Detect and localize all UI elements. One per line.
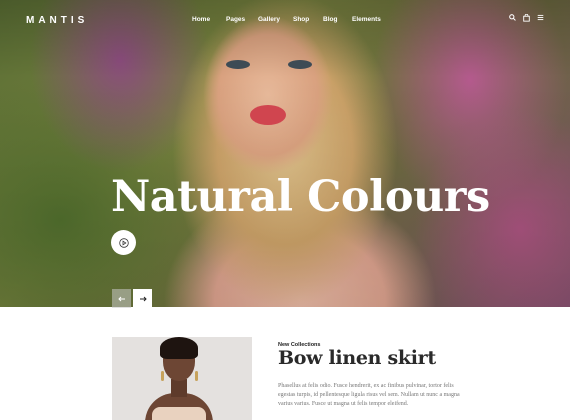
nav-item-shop[interactable]: Shop: [293, 16, 309, 23]
hero-headline: Natural Colours: [111, 172, 490, 222]
arrow-right-icon: [139, 296, 147, 301]
product-image-detail: [152, 407, 206, 420]
menu-icon[interactable]: [536, 14, 544, 24]
top-navigation: MANTIS Home Pages Gallery Shop Blog Elem…: [0, 0, 570, 42]
nav-item-gallery[interactable]: Gallery: [258, 16, 280, 23]
hero-photo-detail: [226, 60, 250, 69]
play-icon: [118, 237, 129, 248]
search-icon[interactable]: [508, 14, 516, 24]
product-image[interactable]: [112, 337, 252, 420]
hero-section: [0, 0, 570, 307]
product-title[interactable]: Bow linen skirt: [278, 347, 436, 369]
hero-photo-detail: [288, 60, 312, 69]
hero-photo-detail: [250, 105, 286, 125]
arrow-left-icon: [117, 296, 125, 301]
nav-item-pages[interactable]: Pages: [226, 16, 245, 23]
product-description: Phasellus at felis odio. Fusce hendrerit…: [278, 383, 460, 407]
product-image-detail: [160, 337, 198, 359]
nav-item-elements[interactable]: Elements: [352, 16, 381, 23]
product-image-detail: [161, 371, 164, 381]
play-video-button[interactable]: [111, 230, 136, 255]
slider-next-button[interactable]: [133, 289, 152, 308]
slider-prev-button[interactable]: [112, 289, 131, 308]
brand-logo[interactable]: MANTIS: [26, 15, 88, 26]
cart-icon[interactable]: [522, 13, 530, 24]
product-image-detail: [195, 371, 198, 381]
nav-item-home[interactable]: Home: [192, 16, 210, 23]
nav-item-blog[interactable]: Blog: [323, 16, 337, 23]
header-icons: [508, 13, 544, 24]
product-image-detail: [171, 379, 187, 397]
